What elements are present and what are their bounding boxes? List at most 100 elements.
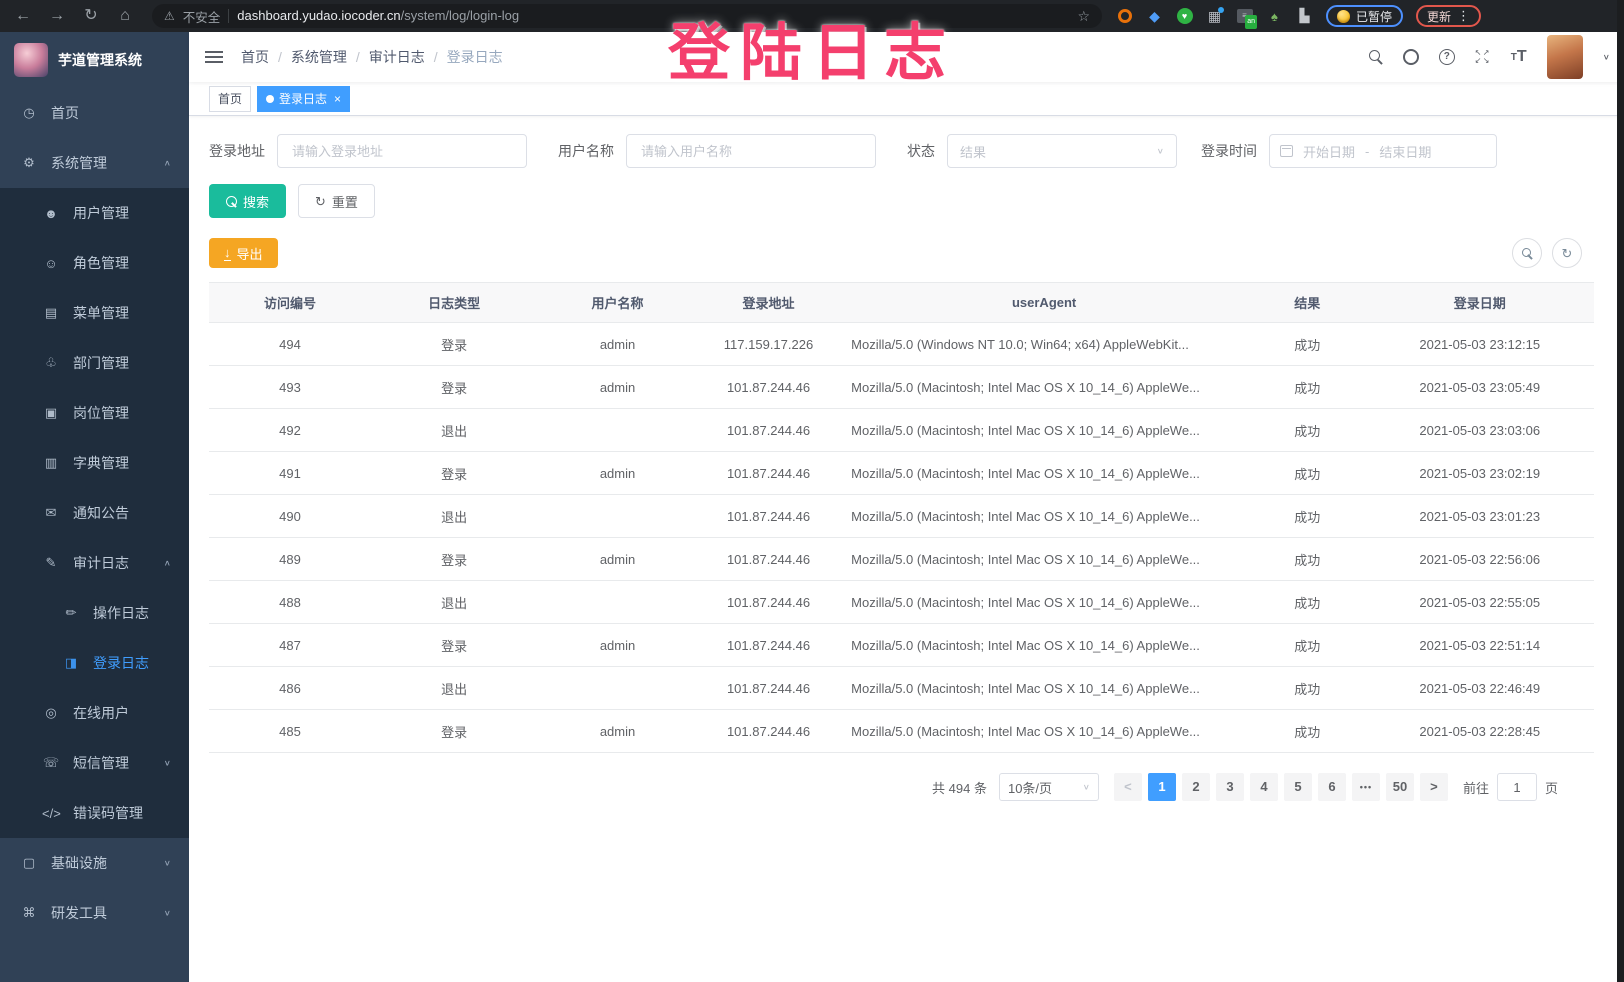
tree-icon: ♧ bbox=[42, 355, 60, 371]
column-header-5: 结果 bbox=[1249, 283, 1365, 323]
sidebar-item-notice[interactable]: ✉通知公告 bbox=[0, 488, 189, 538]
cell-login-ip: 101.87.244.46 bbox=[698, 452, 839, 495]
chevron-down-icon[interactable]: ∨ bbox=[1603, 53, 1610, 62]
cell-user-agent: Mozilla/5.0 (Windows NT 10.0; Win64; x64… bbox=[839, 323, 1249, 366]
toggle-search-button[interactable] bbox=[1512, 238, 1542, 268]
page-button-3[interactable]: 3 bbox=[1216, 773, 1244, 801]
page-size-select[interactable]: 10条/页 ∨ bbox=[999, 773, 1099, 801]
sidebar-item-dept-management[interactable]: ♧ 部门管理 bbox=[0, 338, 189, 388]
browser-home-icon[interactable]: ⌂ bbox=[112, 0, 138, 32]
login-address-input[interactable] bbox=[277, 134, 527, 168]
search-button[interactable]: 搜索 bbox=[209, 184, 286, 218]
browser-back-icon[interactable]: ← bbox=[10, 0, 36, 32]
help-icon[interactable]: ? bbox=[1439, 49, 1455, 65]
sidebar-item-label: 在线用户 bbox=[73, 703, 129, 723]
update-badge[interactable]: 更新 ⋮ bbox=[1416, 5, 1481, 27]
window-scrollbar[interactable] bbox=[1617, 0, 1624, 982]
sidebar-item-label: 通知公告 bbox=[73, 503, 129, 523]
page-button-6[interactable]: 6 bbox=[1318, 773, 1346, 801]
sidebar-item-audit-log[interactable]: ✎审计日志∧ bbox=[0, 538, 189, 588]
sidebar-item-user-management[interactable]: ☻用户管理 bbox=[0, 188, 189, 238]
browser-forward-icon[interactable]: → bbox=[44, 0, 70, 32]
green-heart-extension-icon[interactable]: ♥ bbox=[1176, 8, 1193, 25]
peoples-icon: ☺ bbox=[42, 256, 60, 271]
cell-result: 成功 bbox=[1249, 581, 1365, 624]
username-input[interactable] bbox=[626, 134, 876, 168]
font-size-icon[interactable]: TT bbox=[1511, 48, 1527, 66]
cell-result: 成功 bbox=[1249, 624, 1365, 667]
plant-extension-icon[interactable]: ♠ bbox=[1266, 8, 1283, 25]
orange-extension-icon[interactable] bbox=[1116, 8, 1133, 25]
breadcrumb-item[interactable]: 首页 bbox=[241, 47, 269, 67]
sidebar-item-error-code-management[interactable]: </>错误码管理 bbox=[0, 788, 189, 838]
page-button-5[interactable]: 5 bbox=[1284, 773, 1312, 801]
cell-id: 488 bbox=[209, 581, 371, 624]
sidebar-menu: ◷首页⚙系统管理∧☻用户管理☺角色管理▤菜单管理 ♧ 部门管理 ▣岗位管理▥字典管理✉… bbox=[0, 88, 189, 938]
next-page-button[interactable]: > bbox=[1420, 773, 1448, 801]
tab-login-log[interactable]: 登录日志× bbox=[257, 86, 350, 112]
address-bar[interactable]: ⚠ 不安全 dashboard.yudao.iocoder.cn/system/… bbox=[152, 4, 1102, 28]
goto-unit-label: 页 bbox=[1545, 778, 1558, 797]
url-domain: dashboard.yudao.iocoder.cn bbox=[237, 8, 400, 23]
extensions-row: ◆ ♥ ▦ ≡ ♠ ▙ 已暂停 更新 ⋮ bbox=[1116, 5, 1481, 27]
close-icon[interactable]: × bbox=[334, 92, 341, 106]
download-icon: ↓ bbox=[224, 246, 231, 261]
refresh-table-button[interactable]: ↻ bbox=[1552, 238, 1582, 268]
list-an-extension-icon[interactable]: ≡ bbox=[1236, 8, 1253, 25]
paused-extension-badge[interactable]: 已暂停 bbox=[1326, 5, 1403, 27]
puzzle-extension-icon[interactable]: ▙ bbox=[1296, 8, 1313, 25]
sidebar-item-label: 审计日志 bbox=[73, 553, 129, 573]
page-ellipsis[interactable]: ••• bbox=[1352, 773, 1380, 801]
cell-username bbox=[537, 409, 698, 452]
export-button[interactable]: ↓ 导出 bbox=[209, 238, 278, 268]
sidebar-item-role-management[interactable]: ☺角色管理 bbox=[0, 238, 189, 288]
bookmark-star-icon[interactable]: ☆ bbox=[1077, 8, 1090, 25]
browser-menu-icon[interactable]: ⋮ bbox=[1457, 8, 1470, 24]
cell-result: 成功 bbox=[1249, 452, 1365, 495]
sidebar-item-home[interactable]: ◷首页 bbox=[0, 88, 189, 138]
goto-label: 前往 bbox=[1463, 778, 1489, 797]
sidebar-item-system-management[interactable]: ⚙系统管理∧ bbox=[0, 138, 189, 188]
sidebar-item-operate-log[interactable]: ✏操作日志 bbox=[0, 588, 189, 638]
sidebar-item-dev-tools[interactable]: ⌘研发工具∨ bbox=[0, 888, 189, 938]
blue-gem-extension-icon[interactable]: ◆ bbox=[1146, 8, 1163, 25]
sidebar-item-label: 部门管理 bbox=[73, 353, 129, 373]
browser-reload-icon[interactable]: ↻ bbox=[78, 0, 104, 32]
pager-pages: 123456•••50 bbox=[1145, 773, 1417, 801]
sidebar-item-dict-management[interactable]: ▥字典管理 bbox=[0, 438, 189, 488]
grid-extension-icon[interactable]: ▦ bbox=[1206, 8, 1223, 25]
page-button-1[interactable]: 1 bbox=[1148, 773, 1176, 801]
date-range-picker[interactable]: 开始日期 - 结束日期 bbox=[1269, 134, 1497, 168]
hamburger-icon[interactable] bbox=[205, 51, 223, 63]
login-time-label: 登录时间 bbox=[1201, 141, 1257, 161]
table-row: 488退出101.87.244.46Mozilla/5.0 (Macintosh… bbox=[209, 581, 1594, 624]
prev-page-button[interactable]: < bbox=[1114, 773, 1142, 801]
login-log-table: 访问编号日志类型用户名称登录地址userAgent结果登录日期 494登录adm… bbox=[209, 282, 1594, 753]
github-icon[interactable] bbox=[1403, 49, 1419, 65]
sidebar-item-online-users[interactable]: ◎在线用户 bbox=[0, 688, 189, 738]
sidebar-item-infrastructure[interactable]: ▢基础设施∨ bbox=[0, 838, 189, 888]
chevron-down-icon: ∨ bbox=[164, 909, 171, 918]
page-button-50[interactable]: 50 bbox=[1386, 773, 1414, 801]
status-select[interactable]: 结果 ∨ bbox=[947, 134, 1177, 168]
goto-page-input[interactable] bbox=[1497, 773, 1537, 801]
sidebar-item-menu-management[interactable]: ▤菜单管理 bbox=[0, 288, 189, 338]
dashboard-icon: ◷ bbox=[20, 105, 38, 121]
sidebar-logo[interactable]: 芋道管理系统 bbox=[0, 32, 189, 88]
date-range-separator: - bbox=[1365, 144, 1369, 159]
fullscreen-icon[interactable]: ↖↗↙↘ bbox=[1475, 49, 1491, 65]
reset-button[interactable]: ↻ 重置 bbox=[298, 184, 375, 218]
page-button-2[interactable]: 2 bbox=[1182, 773, 1210, 801]
cell-login-ip: 101.87.244.46 bbox=[698, 667, 839, 710]
sidebar-item-sms-management[interactable]: ☏短信管理∨ bbox=[0, 738, 189, 788]
tab-home[interactable]: 首页 bbox=[209, 86, 251, 112]
sidebar-item-post-management[interactable]: ▣岗位管理 bbox=[0, 388, 189, 438]
user-avatar[interactable] bbox=[1547, 35, 1583, 79]
sidebar-item-login-log[interactable]: ◨登录日志 bbox=[0, 638, 189, 688]
breadcrumb-item[interactable]: 审计日志 bbox=[369, 47, 425, 67]
breadcrumb-item[interactable]: 系统管理 bbox=[291, 47, 347, 67]
page-button-4[interactable]: 4 bbox=[1250, 773, 1278, 801]
cell-result: 成功 bbox=[1249, 495, 1365, 538]
cell-login-date: 2021-05-03 22:28:45 bbox=[1365, 710, 1594, 753]
search-icon[interactable] bbox=[1369, 50, 1383, 64]
